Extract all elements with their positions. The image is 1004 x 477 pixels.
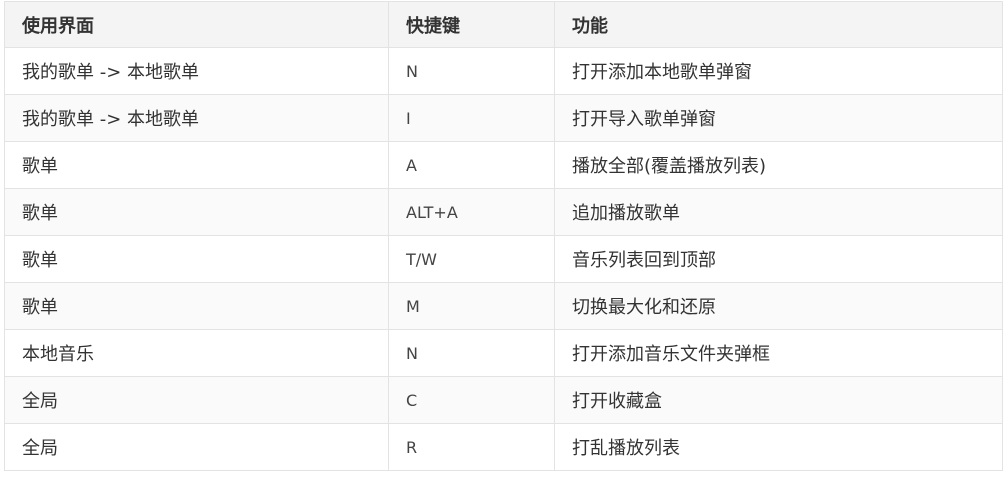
table-row: 歌单 T/W 音乐列表回到顶部	[4, 235, 1003, 283]
interface-cell: 歌单	[4, 188, 389, 236]
table-row: 歌单 A 播放全部(覆盖播放列表)	[4, 141, 1003, 189]
function-cell: 播放全部(覆盖播放列表)	[554, 141, 1003, 189]
shortcut-cell: N	[388, 329, 555, 377]
function-cell: 追加播放歌单	[554, 188, 1003, 236]
table-row: 我的歌单 -> 本地歌单 N 打开添加本地歌单弹窗	[4, 47, 1003, 95]
shortcut-cell: R	[388, 423, 555, 471]
interface-cell: 我的歌单 -> 本地歌单	[4, 94, 389, 142]
function-cell: 打开收藏盒	[554, 376, 1003, 424]
interface-cell: 歌单	[4, 235, 389, 283]
header-shortcut: 快捷键	[388, 1, 555, 48]
table-header: 使用界面 快捷键 功能	[4, 1, 1003, 48]
interface-cell: 本地音乐	[4, 329, 389, 377]
shortcut-cell: T/W	[388, 235, 555, 283]
function-cell: 打开添加本地歌单弹窗	[554, 47, 1003, 95]
shortcut-cell: N	[388, 47, 555, 95]
function-cell: 音乐列表回到顶部	[554, 235, 1003, 283]
shortcut-table: 使用界面 快捷键 功能 我的歌单 -> 本地歌单 N 打开添加本地歌单弹窗 我的…	[4, 1, 1003, 471]
table-row: 本地音乐 N 打开添加音乐文件夹弹框	[4, 329, 1003, 377]
header-interface: 使用界面	[4, 1, 389, 48]
interface-cell: 全局	[4, 376, 389, 424]
header-row: 使用界面 快捷键 功能	[4, 1, 1003, 48]
function-cell: 切换最大化和还原	[554, 282, 1003, 330]
shortcut-cell: I	[388, 94, 555, 142]
function-cell: 打开导入歌单弹窗	[554, 94, 1003, 142]
interface-cell: 全局	[4, 423, 389, 471]
shortcut-cell: M	[388, 282, 555, 330]
interface-cell: 歌单	[4, 282, 389, 330]
table-body: 我的歌单 -> 本地歌单 N 打开添加本地歌单弹窗 我的歌单 -> 本地歌单 I…	[4, 47, 1003, 471]
table-row: 全局 C 打开收藏盒	[4, 376, 1003, 424]
table-row: 我的歌单 -> 本地歌单 I 打开导入歌单弹窗	[4, 94, 1003, 142]
function-cell: 打开添加音乐文件夹弹框	[554, 329, 1003, 377]
function-cell: 打乱播放列表	[554, 423, 1003, 471]
shortcut-cell: A	[388, 141, 555, 189]
interface-cell: 歌单	[4, 141, 389, 189]
table-row: 全局 R 打乱播放列表	[4, 423, 1003, 471]
shortcut-cell: C	[388, 376, 555, 424]
interface-cell: 我的歌单 -> 本地歌单	[4, 47, 389, 95]
shortcut-cell: ALT+A	[388, 188, 555, 236]
table-row: 歌单 ALT+A 追加播放歌单	[4, 188, 1003, 236]
header-function: 功能	[554, 1, 1003, 48]
table-row: 歌单 M 切换最大化和还原	[4, 282, 1003, 330]
